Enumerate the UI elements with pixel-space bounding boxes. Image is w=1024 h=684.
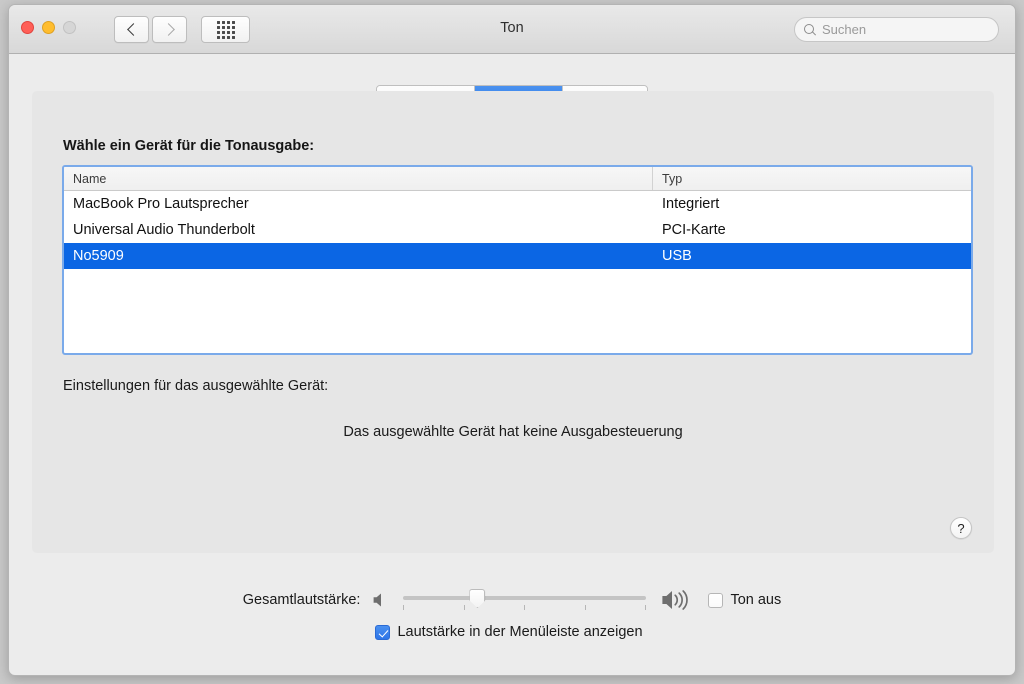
speaker-mute-icon <box>372 592 389 608</box>
volume-label: Gesamtlautstärke: <box>243 592 361 608</box>
device-type: PCI-Karte <box>653 222 971 238</box>
device-name: Universal Audio Thunderbolt <box>64 222 653 238</box>
mute-checkbox[interactable] <box>708 593 723 608</box>
column-header-typ[interactable]: Typ <box>653 167 971 190</box>
table-row[interactable]: Universal Audio Thunderbolt PCI-Karte <box>64 217 971 243</box>
search-field[interactable]: Suchen <box>794 17 999 42</box>
search-icon <box>804 24 816 36</box>
column-header-name[interactable]: Name <box>64 167 653 190</box>
search-placeholder: Suchen <box>822 22 866 37</box>
no-output-controls-message: Das ausgewählte Gerät hat keine Ausgabes… <box>32 424 994 440</box>
slider-track <box>403 596 646 600</box>
output-settings-panel: Wähle ein Gerät für die Tonausgabe: Name… <box>32 91 994 553</box>
volume-slider[interactable] <box>403 588 646 612</box>
device-name: No5909 <box>64 248 653 264</box>
table-row-selected[interactable]: No5909 USB <box>64 243 971 269</box>
device-name: MacBook Pro Lautsprecher <box>64 196 653 212</box>
slider-ticks <box>403 605 646 610</box>
device-type: USB <box>653 248 971 264</box>
mute-checkbox-label: Ton aus <box>730 592 781 608</box>
table-header-row: Name Typ <box>64 167 971 191</box>
mute-checkbox-row[interactable]: Ton aus <box>708 592 781 608</box>
device-table[interactable]: Name Typ MacBook Pro Lautsprecher Integr… <box>62 165 973 355</box>
help-button[interactable]: ? <box>950 517 972 539</box>
table-row[interactable]: MacBook Pro Lautsprecher Integriert <box>64 191 971 217</box>
show-volume-in-menubar-label: Lautstärke in der Menüleiste anzeigen <box>397 624 642 640</box>
sound-preferences-window: Ton Suchen Toneffekte Ausgabe Eingabe Wä… <box>8 4 1016 676</box>
show-volume-in-menubar-checkbox[interactable] <box>375 625 390 640</box>
settings-label: Einstellungen für das ausgewählte Gerät: <box>63 378 328 394</box>
menubar-checkbox-row[interactable]: Lautstärke in der Menüleiste anzeigen <box>375 624 642 640</box>
section-title: Wähle ein Gerät für die Tonausgabe: <box>63 138 314 154</box>
window-titlebar: Ton Suchen <box>9 5 1015 54</box>
device-type: Integriert <box>653 196 971 212</box>
speaker-loud-icon <box>661 589 694 611</box>
menubar-checkbox-row-wrapper: Lautstärke in der Menüleiste anzeigen <box>9 624 1015 640</box>
volume-row: Gesamtlautstärke: Ton aus <box>9 588 1015 612</box>
